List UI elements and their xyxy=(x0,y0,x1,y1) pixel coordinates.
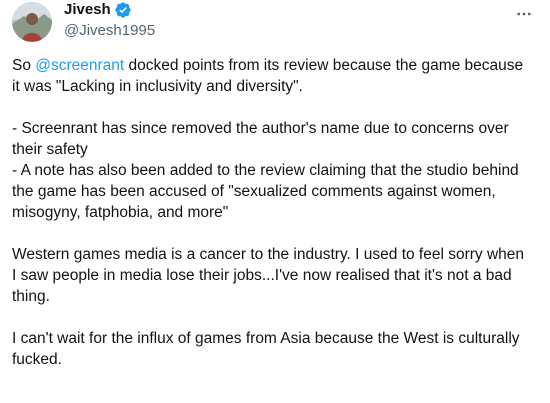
verified-badge-icon[interactable] xyxy=(114,1,132,19)
mention-link[interactable]: @screenrant xyxy=(35,57,124,74)
tweet-card: Jivesh @Jivesh1995 So @screenrant docked… xyxy=(0,0,550,403)
tweet-text: So @screenrant docked points from its re… xyxy=(12,55,532,370)
p1-prefix: So xyxy=(12,57,36,74)
handle[interactable]: @Jivesh1995 xyxy=(64,21,155,41)
paragraph-1: So @screenrant docked points from its re… xyxy=(12,55,532,97)
display-name-row: Jivesh xyxy=(64,0,155,20)
paragraph-3: Western games media is a cancer to the i… xyxy=(12,246,525,305)
tweet-header: Jivesh @Jivesh1995 xyxy=(12,0,534,48)
avatar-photo-icon xyxy=(12,2,52,42)
paragraph-2-line-2: - A note has also been added to the revi… xyxy=(12,162,519,221)
author-names: Jivesh @Jivesh1995 xyxy=(64,0,155,41)
display-name[interactable]: Jivesh xyxy=(64,0,111,20)
paragraph-2-line-1: - Screenrant has since removed the autho… xyxy=(12,120,509,158)
avatar[interactable] xyxy=(12,2,52,42)
more-horizontal-icon[interactable] xyxy=(514,4,534,24)
paragraph-4: I can't wait for the influx of games fro… xyxy=(12,330,520,368)
